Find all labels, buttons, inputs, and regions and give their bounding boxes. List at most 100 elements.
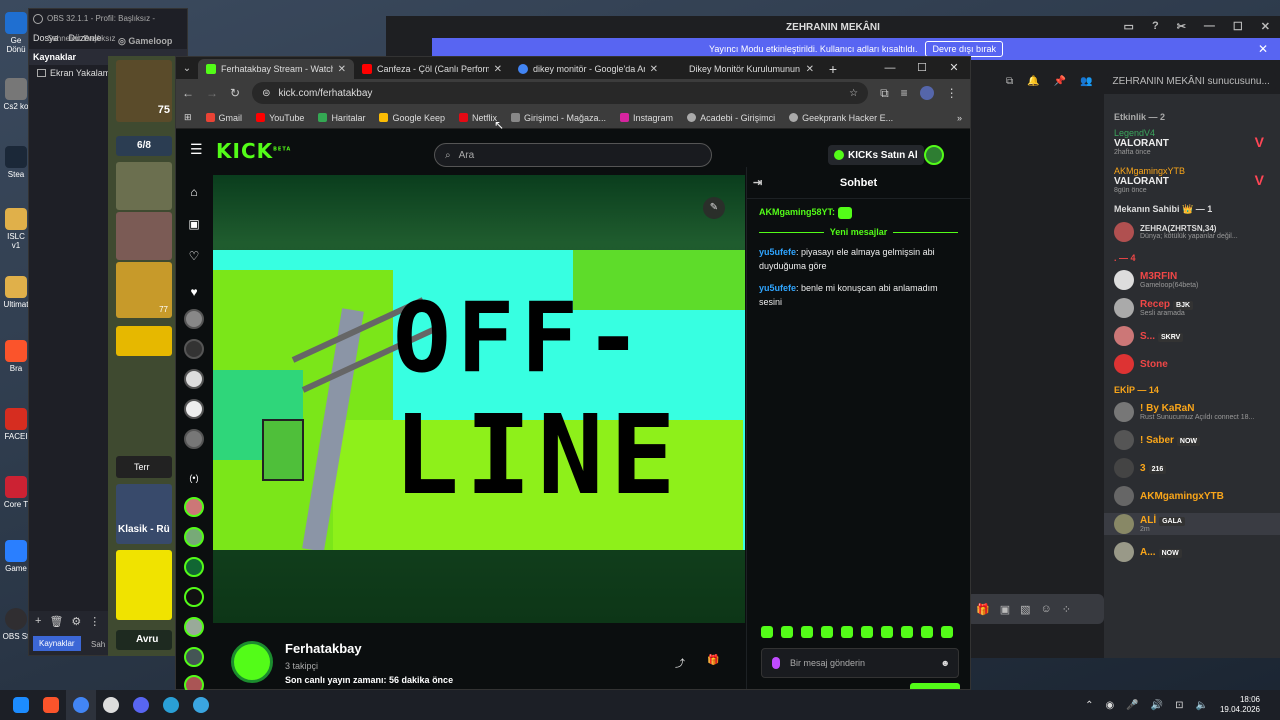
bookmark[interactable]: Girişimci - Mağaza... — [511, 113, 606, 123]
browser-tab[interactable]: Dikey Monitör Kurulumunun A ✕ — [666, 59, 822, 79]
taskbar-app[interactable] — [36, 690, 66, 720]
emote-icon[interactable] — [921, 626, 933, 638]
channel-avatar[interactable] — [184, 429, 204, 449]
bookmark[interactable]: YouTube — [256, 113, 304, 123]
member-row[interactable]: Recep BJK Sesli aramada — [1114, 297, 1270, 319]
network-icon[interactable]: ⊡ — [1175, 700, 1183, 711]
trash-icon[interactable]: 🗑 — [49, 615, 63, 628]
channel-avatar[interactable] — [184, 309, 204, 329]
gift-subs-icon[interactable]: 🎁 — [707, 655, 719, 666]
chat-input[interactable]: Bir mesaj gönderin ☻ — [761, 648, 959, 678]
tools-icon[interactable]: ✂ — [1177, 20, 1186, 33]
close-icon[interactable]: ✕ — [338, 64, 346, 75]
minimize-icon[interactable]: — — [1204, 20, 1215, 33]
following-icon[interactable]: ♡ — [185, 247, 203, 265]
volume-icon[interactable]: 🔊 — [1151, 700, 1163, 711]
emote-icon[interactable] — [861, 626, 873, 638]
desktop-icon[interactable]: Ultimat — [2, 276, 30, 309]
emote-icon[interactable] — [801, 626, 813, 638]
gift-icon[interactable]: 🎁 — [976, 603, 990, 616]
desktop-icon[interactable]: Ge Dönü — [2, 12, 30, 54]
address-bar[interactable]: ⊜ kick.com/ferhatakbay ☆ — [252, 82, 869, 104]
member-row[interactable]: S... SKRV — [1114, 325, 1270, 347]
channel-name[interactable]: Ferhatakbay — [285, 641, 362, 656]
menu-icon[interactable]: ⋮ — [946, 86, 958, 100]
member-row[interactable]: ! Saber NOW — [1114, 429, 1270, 451]
maximize-icon[interactable]: ☐ — [906, 57, 938, 79]
speaker-icon[interactable]: 🔈 — [1196, 700, 1208, 711]
member-row[interactable]: AKMgamingxYTB — [1114, 485, 1270, 507]
taskbar-app[interactable] — [156, 690, 186, 720]
threads-icon[interactable]: ⧉ — [1006, 76, 1013, 87]
taskbar-app[interactable] — [186, 690, 216, 720]
browse-icon[interactable]: ▣ — [185, 215, 203, 233]
close-icon[interactable]: ✕ — [806, 64, 814, 75]
channel-avatar[interactable] — [184, 399, 204, 419]
minimize-icon[interactable]: — — [874, 57, 906, 79]
start-button[interactable] — [6, 690, 36, 720]
member-row[interactable]: ZEHRA(ZHRTSN,34) Dünya; kötülük yapanlar … — [1114, 221, 1270, 243]
gif-icon[interactable]: ▣ — [1000, 603, 1010, 616]
close-icon[interactable]: ✕ — [1258, 42, 1268, 56]
close-icon[interactable]: ✕ — [650, 64, 658, 75]
desktop-icon[interactable]: Stea — [2, 146, 30, 179]
member-row[interactable]: 3 216 — [1114, 457, 1270, 479]
more-bookmarks-icon[interactable]: » — [957, 113, 962, 123]
heart-icon[interactable]: ♥ — [185, 283, 203, 301]
desktop-icon[interactable]: Bra — [2, 340, 30, 373]
bookmark[interactable]: Acadebi - Girişimci — [687, 113, 775, 123]
send-button[interactable] — [910, 683, 960, 689]
member-row[interactable]: A... NOW — [1114, 541, 1270, 563]
pin-icon[interactable]: 📌 — [1054, 76, 1066, 87]
server-search-input[interactable]: ZEHRANIN MEKÂNI sunucusunu... — [1106, 72, 1276, 90]
desktop-icon[interactable]: OBS St — [2, 608, 30, 641]
close-icon[interactable]: ✕ — [1261, 20, 1270, 33]
site-info-icon[interactable]: ⊜ — [262, 88, 270, 99]
chevron-up-icon[interactable]: ⌃ — [1085, 700, 1093, 711]
taskbar-app[interactable] — [126, 690, 156, 720]
emoji-icon[interactable]: ☻ — [941, 658, 950, 668]
reload-icon[interactable]: ↻ — [230, 86, 240, 100]
media-icon[interactable]: ≡ — [901, 86, 908, 100]
tab-search-icon[interactable]: ⌄ — [176, 57, 198, 79]
forward-icon[interactable]: → — [206, 86, 218, 100]
activity-card[interactable]: AKMgamingxYTB VALORANT 8gün önce V — [1114, 166, 1270, 194]
bookmark[interactable]: Netflix — [459, 113, 497, 123]
buy-kicks-button[interactable]: KICKs Satın Al — [828, 145, 924, 165]
gear-icon[interactable]: ⚙ — [71, 615, 81, 628]
bookmark[interactable]: Gmail — [205, 113, 242, 123]
channel-avatar[interactable] — [184, 557, 204, 577]
bookmark[interactable]: Haritalar — [318, 113, 365, 123]
channel-avatar[interactable] — [184, 497, 204, 517]
menu-icon[interactable]: ☰ — [190, 141, 203, 158]
home-icon[interactable]: ⌂ — [185, 183, 203, 201]
share-icon[interactable]: ⤴ — [675, 655, 685, 670]
kick-logo[interactable]: KICKBETA — [216, 139, 291, 163]
channel-avatar[interactable] — [184, 617, 204, 637]
search-input[interactable]: ⌕ Ara — [434, 143, 712, 167]
emote-icon[interactable] — [761, 626, 773, 638]
activity-card[interactable]: LegendV4 VALORANT 2hafta önce V — [1114, 128, 1270, 156]
clock[interactable]: 18:06 19.04.2026 — [1220, 695, 1260, 715]
channel-avatar[interactable] — [231, 641, 273, 683]
members-icon[interactable]: 👥 — [1080, 76, 1092, 87]
bookmark[interactable]: Geekprank Hacker E... — [789, 113, 893, 123]
add-icon[interactable]: + — [35, 615, 41, 628]
channel-avatar[interactable] — [184, 527, 204, 547]
apps-icon[interactable]: ⊞ — [184, 112, 192, 123]
emote-icon[interactable] — [841, 626, 853, 638]
maximize-icon[interactable]: ☐ — [1233, 20, 1243, 33]
browser-tab[interactable]: dikey monitör - Google'da Ara ✕ — [510, 59, 666, 79]
channel-avatar[interactable] — [184, 369, 204, 389]
back-icon[interactable]: ← — [182, 86, 194, 100]
close-icon[interactable]: ✕ — [494, 64, 502, 75]
emote-icon[interactable] — [881, 626, 893, 638]
taskbar-app[interactable] — [96, 690, 126, 720]
profile-icon[interactable] — [919, 86, 934, 100]
microphone-icon[interactable] — [772, 657, 780, 669]
bookmark[interactable]: Instagram — [620, 113, 673, 123]
tab-scenes[interactable]: Sah — [91, 640, 105, 649]
browser-tab[interactable]: Ferhatakbay Stream - Watch L ✕ — [198, 59, 354, 79]
user-avatar[interactable] — [924, 145, 944, 165]
tab-sources[interactable]: Kaynaklar — [33, 636, 81, 651]
